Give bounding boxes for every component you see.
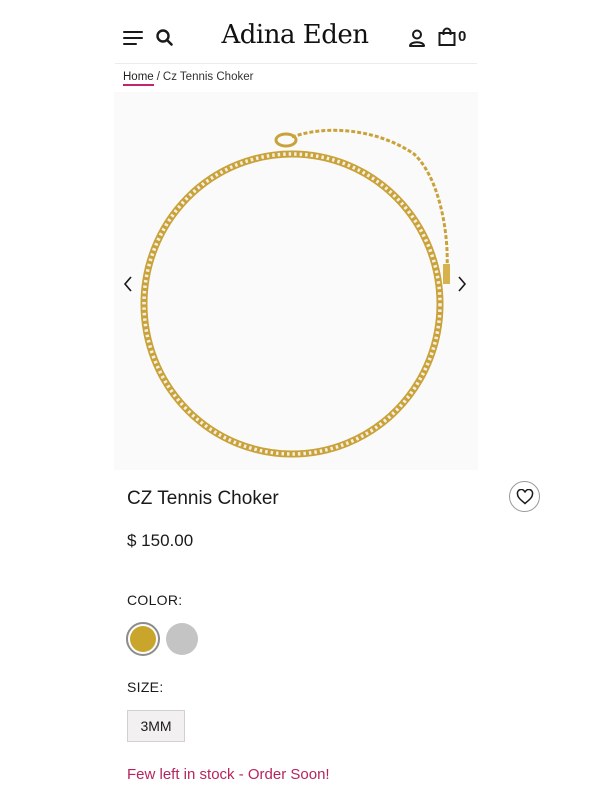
search-icon[interactable]	[155, 28, 175, 48]
breadcrumb-separator: /	[156, 71, 160, 83]
breadcrumb-home-link[interactable]: Home	[123, 71, 154, 86]
product-title: CZ Tennis Choker	[127, 488, 279, 509]
site-header: Adina Eden 0	[115, 14, 477, 64]
breadcrumb: Home / Cz Tennis Choker	[123, 71, 254, 86]
heart-icon	[516, 489, 534, 505]
wishlist-button[interactable]	[509, 481, 540, 512]
breadcrumb-current: Cz Tennis Choker	[162, 71, 254, 83]
previous-image-arrow-icon[interactable]	[120, 274, 136, 294]
brand-logo[interactable]: Adina Eden	[215, 20, 375, 50]
gold-swatch-dot	[130, 626, 156, 652]
stock-message: Few left in stock - Order Soon!	[127, 766, 330, 783]
shopping-bag-icon[interactable]	[437, 27, 457, 47]
product-price: $ 150.00	[127, 531, 194, 550]
user-icon[interactable]	[407, 28, 427, 48]
hamburger-menu-icon[interactable]	[123, 31, 143, 47]
color-label: COLOR:	[127, 592, 183, 608]
product-image	[140, 128, 450, 458]
cart-count[interactable]: 0	[458, 28, 466, 45]
product-image-gallery[interactable]	[114, 92, 478, 470]
size-option-3mm[interactable]: 3MM	[127, 710, 185, 742]
color-swatch-silver[interactable]	[166, 623, 198, 655]
size-label: SIZE:	[127, 679, 164, 695]
next-image-arrow-icon[interactable]	[454, 274, 470, 294]
color-swatch-gold[interactable]	[126, 622, 160, 656]
